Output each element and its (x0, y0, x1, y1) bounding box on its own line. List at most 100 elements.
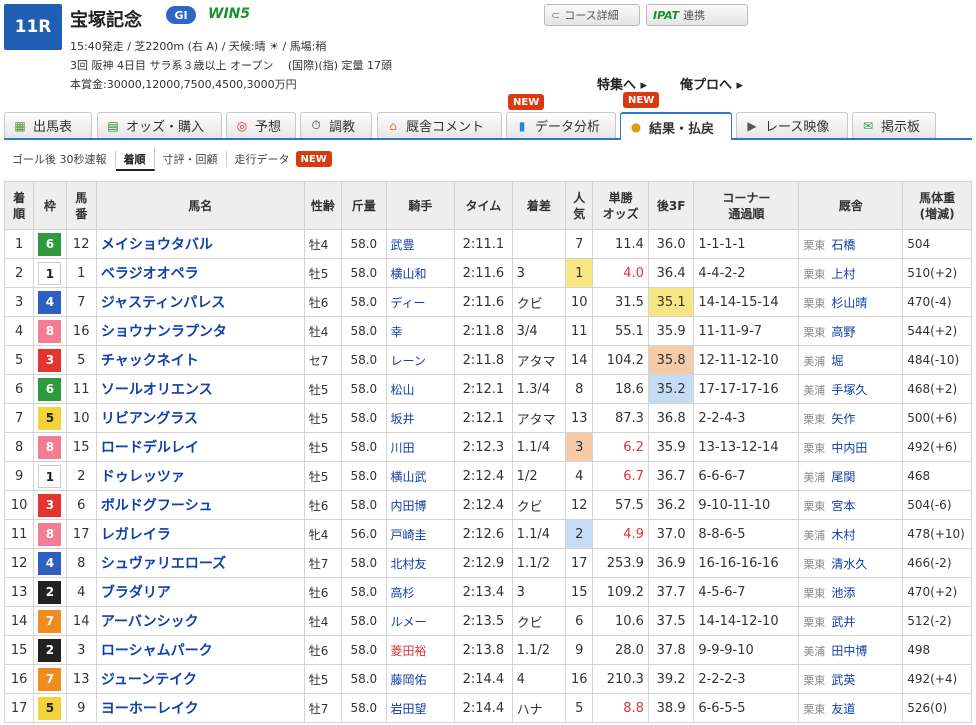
margin: クビ (511, 490, 567, 520)
horse-name-link[interactable]: ローシャムパーク (101, 643, 213, 659)
weight-carried: 58.0 (341, 548, 387, 578)
jockey-link[interactable]: 川田 (391, 441, 415, 455)
horse-name-link[interactable]: ボルドグフーシュ (101, 498, 213, 514)
horse-name-link[interactable]: ジューンテイク (101, 672, 197, 688)
trainer-link[interactable]: 手塚久 (831, 383, 867, 397)
jockey-link[interactable]: 内田博 (391, 499, 427, 513)
trainer-link[interactable]: 宮本 (831, 499, 855, 513)
trainer-link[interactable]: 尾関 (831, 470, 855, 484)
tab-stable-comment[interactable]: ⌂ 厩舎コメント (377, 112, 502, 138)
subtab-running-data[interactable]: 走行データ NEW (227, 151, 340, 167)
tab-entry-table[interactable]: ▦ 出馬表 (4, 112, 92, 138)
trainer-link[interactable]: 杉山晴 (831, 296, 867, 310)
trainer-link[interactable]: 中内田 (831, 441, 867, 455)
table-row: 13 2 4 ブラダリア 牡6 58.0 高杉 2:13.4 3 15 109.2 37.7 4-5-6… (3, 577, 972, 607)
feature-link[interactable]: 特集へ ▸ (597, 74, 647, 93)
trainer-link[interactable]: 木村 (831, 528, 855, 542)
jockey-link[interactable]: 坂井 (391, 412, 415, 426)
finish-position: 15 (3, 635, 35, 665)
gate-cell: 4 (33, 287, 67, 317)
tab-prediction[interactable]: ◎ 予想 (226, 112, 296, 138)
jockey-link[interactable]: 藤岡佑 (391, 673, 427, 687)
jockey-link[interactable]: 横山和 (391, 267, 427, 281)
sex-age: 牡5 (303, 374, 343, 404)
trainer-cell: 栗東 中内田 (798, 432, 904, 462)
trainer-link[interactable]: 武英 (831, 673, 855, 687)
jockey-link[interactable]: 菱田裕 (391, 644, 427, 658)
tab-results[interactable]: ● 結果・払戻 (620, 112, 732, 140)
horse-name-link[interactable]: アーバンシック (101, 614, 199, 630)
horse-name-link[interactable]: ジャスティンパレス (101, 295, 225, 311)
win-odds: 87.3 (592, 403, 649, 433)
trainer-cell: 美浦 尾関 (798, 461, 904, 491)
finish-time: 2:12.1 (454, 403, 513, 433)
corner-order: 11-11-9-7 (693, 316, 800, 346)
horse-name-link[interactable]: メイショウタバル (101, 237, 213, 253)
training-center: 美浦 (803, 528, 826, 542)
horse-name-link[interactable]: ブラダリア (101, 585, 171, 601)
table-row: 12 4 8 シュヴァリエローズ 牡7 58.0 北村友 2:12.9 1.1/2 17 253.9… (3, 548, 972, 578)
last-3f: 35.2 (647, 374, 695, 404)
win-odds: 10.6 (592, 606, 649, 636)
jockey-link[interactable]: 幸 (391, 325, 403, 339)
column-header: 後3F (647, 181, 695, 230)
jockey-link[interactable]: 北村友 (391, 557, 427, 571)
tab-data-analysis[interactable]: ▮ データ分析 (506, 112, 616, 138)
horse-number: 14 (65, 606, 97, 636)
trainer-link[interactable]: 田中博 (831, 644, 867, 658)
trainer-link[interactable]: 堀 (831, 354, 843, 368)
popularity: 13 (565, 403, 594, 433)
trainer-link[interactable]: 池添 (831, 586, 855, 600)
tab-training[interactable]: ⏱ 調教 (300, 112, 372, 138)
subtab-quick-result[interactable]: ゴール後 30秒速報 (4, 151, 116, 167)
gate-number: 1 (38, 464, 62, 488)
subtab-review[interactable]: 寸評・回顧 (155, 151, 227, 167)
ipat-link-button[interactable]: IPAT 連携 (646, 4, 748, 26)
table-row: 11 8 17 レガレイラ 牝4 56.0 戸崎圭 2:12.6 1.1/4 2 4.9 37.0 8-… (3, 519, 972, 549)
jockey-link[interactable]: レーン (391, 354, 426, 368)
tab-race-video[interactable]: ▶ レース映像 (736, 112, 848, 138)
horse-name-link[interactable]: リビアングラス (101, 411, 198, 427)
jockey-link[interactable]: 戸崎圭 (391, 528, 427, 542)
trainer-link[interactable]: 清水久 (831, 557, 867, 571)
jockey-link[interactable]: ディー (391, 296, 426, 310)
tab-odds[interactable]: ▤ オッズ・購入 (97, 112, 222, 138)
trainer-link[interactable]: 石橋 (831, 238, 855, 252)
trainer-link[interactable]: 高野 (831, 325, 855, 339)
jockey-cell: 菱田裕 (385, 635, 456, 665)
popularity: 11 (565, 316, 594, 346)
horse-name-link[interactable]: ベラジオオペラ (101, 266, 199, 282)
horse-name-link[interactable]: レガレイラ (101, 527, 171, 543)
weight-carried: 56.0 (341, 519, 387, 549)
jockey-link[interactable]: 横山武 (391, 470, 427, 484)
horse-name-link[interactable]: ロードデルレイ (101, 440, 199, 456)
training-center: 栗東 (803, 441, 826, 455)
horse-name-link[interactable]: シュヴァリエローズ (101, 556, 226, 572)
horse-name-link[interactable]: ショウナンラプンタ (101, 324, 227, 340)
jockey-link[interactable]: 高杉 (391, 586, 415, 600)
horse-name-link[interactable]: ソールオリエンス (101, 382, 213, 398)
trainer-link[interactable]: 武井 (831, 615, 855, 629)
corner-order: 14-14-12-10 (693, 606, 800, 636)
tab-board[interactable]: ✉ 掲示板 (852, 112, 936, 138)
sex-age: 牡5 (303, 432, 343, 462)
gate-number: 5 (38, 696, 62, 720)
subtab-finish-order[interactable]: 着順 (115, 147, 155, 171)
pro-link[interactable]: 俺プロへ ▸ (680, 74, 743, 93)
trainer-link[interactable]: 上村 (831, 267, 855, 281)
horse-name-link[interactable]: ドゥレッツァ (101, 469, 185, 485)
trainer-link[interactable]: 矢作 (831, 412, 855, 426)
horse-weight: 470(-4) (902, 287, 972, 317)
trainer-cell: 美浦堀 (798, 345, 904, 375)
prize-money: 本賞金:30000,12000,7500,4500,3000万円 (70, 78, 297, 91)
horse-name-link[interactable]: ヨーホーレイク (101, 701, 199, 717)
course-detail-button[interactable]: ⊂ コース詳細 (544, 4, 640, 26)
jockey-link[interactable]: 岩田望 (391, 702, 427, 716)
jockey-link[interactable]: 武豊 (391, 238, 415, 252)
jockey-link[interactable]: ルメー (391, 615, 427, 629)
horse-name-cell: メイショウタバル (95, 229, 305, 259)
trainer-link[interactable]: 友道 (831, 702, 855, 716)
last-3f: 37.0 (647, 519, 695, 549)
horse-name-link[interactable]: チャックネイト (101, 353, 199, 369)
jockey-link[interactable]: 松山 (391, 383, 415, 397)
